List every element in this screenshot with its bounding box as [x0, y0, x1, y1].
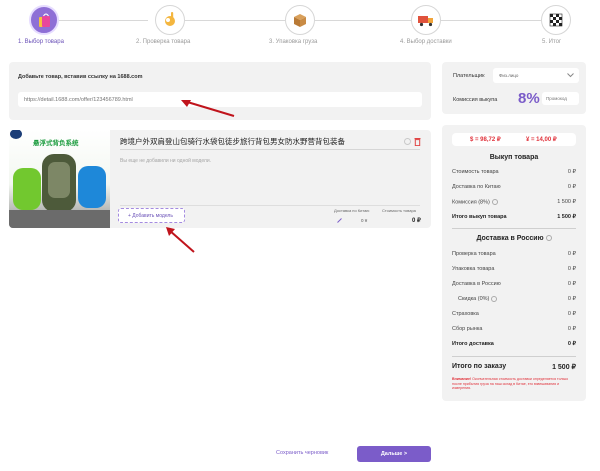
payer-select[interactable]: Физ.лицо: [493, 68, 579, 83]
summary-row: Комиссия (8%) 1 500 ₽: [452, 199, 576, 206]
summary-row: Стоимость товара 0 ₽: [452, 169, 576, 175]
summary-row: Страховка 0 ₽: [452, 311, 576, 317]
help-icon[interactable]: [545, 235, 552, 242]
delivery-china-value: 0 ¥: [361, 218, 368, 223]
pencil-icon[interactable]: [337, 218, 342, 223]
info-icon[interactable]: [404, 138, 411, 145]
step-label: 4. Выбор доставки: [400, 39, 452, 45]
finish-flag-icon: [549, 13, 563, 27]
summary-row: Доставка по Китаю 0 ₽: [452, 184, 576, 190]
backpack-illustration: [9, 154, 110, 228]
next-button[interactable]: Дальше >: [357, 446, 431, 462]
delivery-china-label: Доставка по Китаю: [334, 208, 370, 213]
step-label: 3. Упаковка груза: [269, 39, 318, 45]
ok-hand-icon: [165, 12, 175, 26]
truck-icon: [418, 16, 433, 27]
step-label: 2. Проверка товара: [136, 39, 191, 45]
summary-row: Скидка (0%) 0 ₽: [458, 296, 576, 303]
step-1[interactable]: [29, 5, 59, 35]
delivery-total-row: Итого доставка 0 ₽: [452, 341, 576, 347]
shopping-bag-icon: [39, 13, 50, 27]
help-icon[interactable]: [491, 296, 498, 302]
order-total-row: Итого по заказу 1 500 ₽: [452, 363, 576, 371]
summary-row: Упаковка товара 0 ₽: [452, 266, 576, 272]
cny-rate: ¥ = 14,00 ₽: [526, 137, 557, 143]
product-image[interactable]: 悬浮式背负系统: [9, 130, 110, 228]
step-2[interactable]: [155, 5, 185, 35]
step-4[interactable]: [411, 5, 441, 35]
russia-title: Доставка в Россию: [442, 235, 586, 242]
product-image-caption: 悬浮式背负系统: [33, 140, 79, 147]
buyout-total-row: Итого выкуп товара 1 500 ₽: [452, 214, 576, 220]
add-product-title: Добавьте товар, вставив ссылку на 1688.c…: [18, 74, 143, 80]
stepper-line: [185, 20, 285, 21]
pointer-arrow: [181, 100, 235, 117]
payer-panel: Плательщик Физ.лицо Комиссия выкупа 8%: [442, 62, 586, 114]
summary-panel: $ = 98,72 ₽ ¥ = 14,00 ₽ Выкуп товара Сто…: [442, 125, 586, 401]
product-cost-value: 0 ₽: [412, 218, 421, 224]
pointer-arrow: [166, 227, 195, 253]
add-model-button[interactable]: + Добавить модель: [118, 208, 185, 223]
payer-select-value: Физ.лицо: [499, 73, 519, 78]
step-label: 1. Выбор товара: [18, 39, 64, 45]
product-cost-label: Стоимость товара: [382, 208, 416, 213]
next-button-label: Дальше >: [380, 451, 408, 457]
summary-row: Доставка в Россию 0 ₽: [452, 281, 576, 287]
summary-row: Сбор рынка 0 ₽: [452, 326, 576, 332]
save-draft-link[interactable]: Сохранить черновик: [276, 450, 328, 456]
stepper-line: [441, 20, 541, 21]
commission-label: Комиссия выкупа: [453, 97, 498, 103]
no-models-text: Вы еще не добавили ни одной модели.: [120, 158, 212, 164]
product-card: 悬浮式背负系统 跨境户外双肩登山包骑行水袋包徒步旅行背包男女防水野营背包装备 В…: [9, 130, 431, 228]
step-label: 5. Итог: [542, 39, 562, 45]
box-icon: [294, 14, 306, 27]
product-title[interactable]: 跨境户外双肩登山包骑行水袋包徒步旅行背包男女防水野营背包装备: [120, 136, 345, 147]
step-5[interactable]: [541, 5, 571, 35]
promo-code-input[interactable]: [542, 92, 579, 105]
stepper-line: [315, 20, 411, 21]
add-model-label: + Добавить модель: [128, 213, 173, 219]
step-3[interactable]: [285, 5, 315, 35]
help-icon[interactable]: [491, 199, 498, 205]
notice-text: Внимание! Окончательная стоимость достав…: [452, 377, 569, 391]
chevron-down-icon: [567, 73, 574, 78]
commission-value: 8%: [518, 90, 540, 107]
summary-row: Проверка товара 0 ₽: [452, 251, 576, 257]
usd-rate: $ = 98,72 ₽: [470, 137, 501, 143]
buyout-title: Выкуп товара: [489, 154, 539, 161]
exchange-rates: $ = 98,72 ₽ ¥ = 14,00 ₽: [452, 133, 576, 146]
payer-label: Плательщик: [453, 73, 485, 79]
stepper-line: [52, 20, 148, 21]
trash-icon[interactable]: [414, 137, 421, 146]
